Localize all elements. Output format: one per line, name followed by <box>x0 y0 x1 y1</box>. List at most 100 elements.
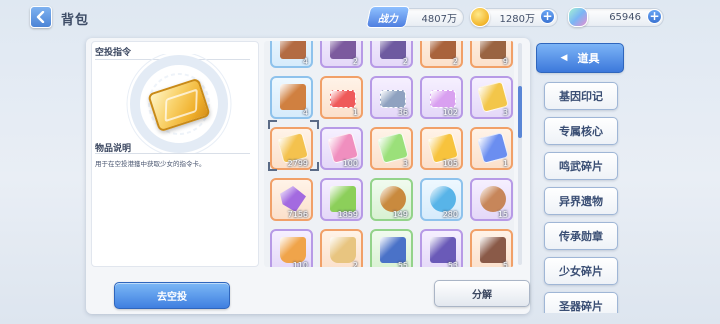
item-bag-icon <box>280 237 306 263</box>
tab-0[interactable]: ◀ 道具 <box>536 43 624 73</box>
category-tab-list: ◀ 道具基因印记专属核心鸣武碎片异界遗物传承勋章少女碎片圣器碎片 <box>536 43 626 313</box>
item-quantity: 1 <box>502 159 508 168</box>
inventory-slot[interactable]: 110 <box>270 229 313 267</box>
item-quantity: 2 <box>402 57 408 66</box>
inventory-slot[interactable]: 9 <box>470 41 513 68</box>
grid-scrollbar-track[interactable] <box>518 43 522 265</box>
item-quantity: 2799 <box>287 159 308 168</box>
inventory-slot[interactable]: 2 <box>420 41 463 68</box>
item-quantity: 3 <box>502 108 508 117</box>
tab-2[interactable]: 专属核心 <box>544 117 618 145</box>
inventory-slot[interactable]: 3 <box>470 76 513 119</box>
page-title: 背包 <box>61 13 90 28</box>
coins-value: 1280万 <box>499 14 535 25</box>
tab-arrow-icon: ◀ <box>560 53 568 63</box>
item-round-icon <box>430 186 456 212</box>
item-ticket-icon <box>330 90 356 108</box>
grid-scrollbar-thumb[interactable] <box>518 86 522 138</box>
item-quantity: 110 <box>292 261 308 267</box>
power-value: 4807万 <box>421 14 457 25</box>
item-crystal-icon <box>280 186 306 212</box>
coin-icon <box>470 7 490 27</box>
item-quantity: 9 <box>502 57 508 66</box>
inventory-slot[interactable]: 1 <box>320 76 363 119</box>
inventory-slot[interactable]: 280 <box>420 178 463 221</box>
item-quantity: 2 <box>352 57 358 66</box>
item-quantity: 7156 <box>287 210 308 219</box>
inventory-slot[interactable]: 105 <box>420 127 463 170</box>
item-quantity: 3 <box>402 159 408 168</box>
inventory-slot[interactable]: 1859 <box>320 178 363 221</box>
back-button[interactable] <box>30 6 52 28</box>
selection-corner <box>310 162 319 171</box>
tab-label: 异界遗物 <box>559 195 603 208</box>
inventory-slot[interactable]: 36 <box>370 76 413 119</box>
tab-label: 道具 <box>577 52 600 65</box>
inventory-slot[interactable]: 1 <box>470 127 513 170</box>
inventory-slot[interactable]: 5 <box>470 229 513 267</box>
tab-6[interactable]: 少女碎片 <box>544 257 618 285</box>
tab-label: 基因印记 <box>559 90 603 103</box>
add-coins-button[interactable]: + <box>540 9 555 24</box>
tab-1[interactable]: 基因印记 <box>544 82 618 110</box>
tab-7[interactable]: 圣器碎片 <box>544 292 618 313</box>
item-quantity: 105 <box>442 159 458 168</box>
tab-3[interactable]: 鸣武碎片 <box>544 152 618 180</box>
tab-4[interactable]: 异界遗物 <box>544 187 618 215</box>
item-bot-icon <box>380 237 406 263</box>
item-quantity: 5 <box>502 261 508 267</box>
item-bag-icon <box>330 237 356 263</box>
divider <box>95 153 250 154</box>
inventory-slot[interactable]: 2 <box>320 229 363 267</box>
inventory-slot[interactable]: 4 <box>270 41 313 68</box>
selection-corner <box>268 120 277 129</box>
tab-label: 少女碎片 <box>559 265 603 278</box>
item-quantity: 4 <box>302 108 308 117</box>
inventory-slot[interactable]: 100 <box>320 127 363 170</box>
item-round-icon <box>380 186 406 212</box>
inventory-slot[interactable]: 7156 <box>270 178 313 221</box>
power-badge: 战力 <box>365 6 411 28</box>
selection-corner <box>268 162 277 171</box>
item-round-icon <box>480 186 506 212</box>
gems-value: 65946 <box>609 12 641 23</box>
tab-5[interactable]: 传承勋章 <box>544 222 618 250</box>
selection-corner <box>310 120 319 129</box>
tab-label: 传承勋章 <box>559 230 603 243</box>
back-arrow-icon <box>36 11 45 23</box>
inventory-slot[interactable]: 55 <box>370 229 413 267</box>
inventory-slot[interactable]: 2 <box>320 41 363 68</box>
item-quantity: 280 <box>442 210 458 219</box>
item-quantity: 4 <box>302 57 308 66</box>
item-quantity: 1 <box>352 108 358 117</box>
item-bot-icon <box>330 186 356 212</box>
item-quantity: 2 <box>352 261 358 267</box>
description-text: 用于在空投港獲中获取少女的指令卡。 <box>95 160 206 168</box>
inventory-slot[interactable]: 149 <box>370 178 413 221</box>
tab-label: 圣器碎片 <box>559 300 603 313</box>
item-quantity: 2 <box>452 57 458 66</box>
inventory-slot[interactable]: 3 <box>370 127 413 170</box>
item-grid[interactable]: 4 2 2 2 9 4 1 36 102 3 2799 100 3 105 1 7156 1859 149 280 1… <box>264 41 514 267</box>
item-quantity: 102 <box>442 108 458 117</box>
inventory-slot[interactable]: 102 <box>420 76 463 119</box>
inventory-slot[interactable]: 4 <box>270 76 313 119</box>
add-gems-button[interactable]: + <box>647 9 662 24</box>
item-ticket-icon <box>380 90 406 108</box>
item-quantity: 15 <box>497 210 508 219</box>
decompose-button[interactable]: 分解 <box>434 280 530 307</box>
item-ticket-icon <box>430 90 456 108</box>
item-quantity: 100 <box>342 159 358 168</box>
item-quantity: 55 <box>397 261 408 267</box>
item-bot-icon <box>430 237 456 263</box>
inventory-slot[interactable]: 2 <box>370 41 413 68</box>
inventory-slot[interactable]: 15 <box>470 178 513 221</box>
inventory-slot[interactable]: 53 <box>420 229 463 267</box>
tab-label: 专属核心 <box>559 125 603 138</box>
tab-label: 鸣武碎片 <box>559 160 603 173</box>
item-bot-icon <box>480 237 506 263</box>
item-quantity: 1859 <box>337 210 358 219</box>
item-quantity: 149 <box>392 210 408 219</box>
item-chest-icon <box>280 84 306 110</box>
go-airdrop-button[interactable]: 去空投 <box>114 282 230 309</box>
